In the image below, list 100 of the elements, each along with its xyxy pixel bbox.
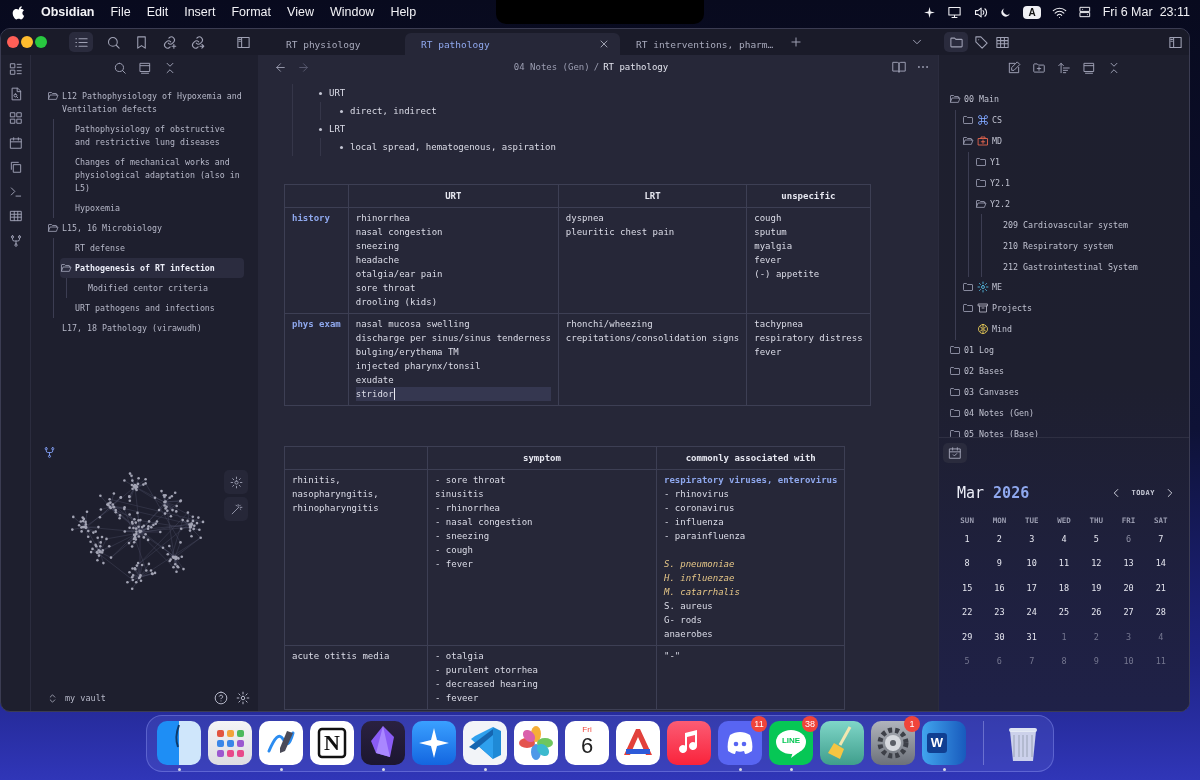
- menu-item[interactable]: Edit: [146, 5, 169, 19]
- bookmark-icon[interactable]: [134, 34, 149, 50]
- calendar-day[interactable]: 13: [1112, 558, 1145, 583]
- minimize-button[interactable]: [21, 36, 33, 48]
- app-grid-icon[interactable]: [208, 721, 252, 765]
- sort-icon[interactable]: [1057, 61, 1071, 75]
- app-icon[interactable]: [463, 721, 507, 765]
- window-icon[interactable]: [137, 61, 152, 75]
- graph-animate-button[interactable]: [224, 497, 248, 521]
- calendar-day[interactable]: 10: [1112, 655, 1145, 681]
- new-folder-icon[interactable]: [1032, 61, 1046, 75]
- apple-icon[interactable]: [12, 4, 27, 20]
- tree-item[interactable]: ME: [962, 277, 1181, 298]
- tree-item[interactable]: MD: [962, 130, 1181, 152]
- outline-item[interactable]: Changes of mechanical works and physiological adaptation (also in L5): [60, 152, 244, 198]
- calendar-day[interactable]: 3: [1015, 534, 1048, 559]
- outline-item[interactable]: L15, 16 Microbiology: [47, 218, 244, 238]
- calendar-day[interactable]: 5: [951, 655, 984, 681]
- close-button[interactable]: [7, 36, 19, 48]
- music-note-icon[interactable]: [667, 721, 711, 765]
- tree-item[interactable]: 00 Main: [949, 89, 1181, 110]
- close-icon[interactable]: [598, 38, 610, 50]
- input-source-badge[interactable]: A: [1023, 5, 1041, 19]
- calendar-day[interactable]: 12: [1080, 558, 1113, 583]
- graph-icon[interactable]: [43, 446, 56, 459]
- chat-bubble-icon[interactable]: [769, 721, 813, 765]
- table-icon[interactable]: [995, 34, 1010, 50]
- control-center-icon[interactable]: [1077, 5, 1092, 19]
- calendar-day[interactable]: 6: [1112, 534, 1145, 559]
- calendar-day[interactable]: 24: [1015, 607, 1048, 632]
- copy-icon[interactable]: [8, 160, 23, 174]
- tree-item[interactable]: 209 Cardiovascular system: [988, 214, 1181, 236]
- outline-item[interactable]: Pathogenesis of RT infection: [60, 258, 244, 278]
- calendar-day[interactable]: 19: [1080, 582, 1113, 608]
- tree-item[interactable]: CS: [962, 109, 1181, 131]
- app-icon[interactable]: [259, 721, 303, 765]
- display-icon[interactable]: [947, 4, 963, 20]
- calendar-day[interactable]: 10: [1015, 558, 1048, 583]
- sidebar-toggle-icon[interactable]: [236, 34, 251, 50]
- tree-item[interactable]: Projects: [962, 297, 1181, 319]
- settings-icon[interactable]: [236, 691, 250, 705]
- outline-item[interactable]: Pathophysiology of obstructive and restrictive lung diseases: [60, 119, 244, 152]
- outline-item[interactable]: Modified centor criteria: [73, 278, 244, 298]
- menu-item[interactable]: View: [287, 5, 314, 19]
- calendar-day[interactable]: 18: [1047, 582, 1081, 608]
- calendar-day[interactable]: 4: [1144, 631, 1177, 656]
- calendar-day[interactable]: 8: [951, 558, 984, 583]
- files-tab[interactable]: [944, 32, 968, 52]
- new-tab-icon[interactable]: [789, 35, 804, 49]
- menu-item[interactable]: Window: [329, 5, 375, 19]
- tree-item[interactable]: 02 Bases: [949, 360, 1181, 382]
- graph-icon[interactable]: [8, 233, 23, 248]
- calendar-day[interactable]: 4: [1047, 534, 1081, 559]
- outline-item[interactable]: L12 Pathophysiology of Hypoxemia and Ventilation defects: [47, 86, 244, 119]
- link-plus-icon[interactable]: [162, 34, 177, 50]
- sparkle-icon[interactable]: [923, 5, 937, 19]
- tab[interactable]: RT interventions, pharm…: [620, 33, 784, 55]
- vault-switcher[interactable]: my vault: [47, 692, 106, 704]
- calendar-day[interactable]: 9: [983, 558, 1016, 583]
- new-note-icon[interactable]: [1007, 61, 1021, 75]
- calendar-day[interactable]: 23: [983, 607, 1016, 632]
- tree-item[interactable]: 05 Notes (Base): [949, 423, 1181, 437]
- breadcrumb-note[interactable]: RT pathology: [603, 62, 669, 72]
- calendar-day[interactable]: 15: [951, 582, 984, 608]
- calendar-day[interactable]: 20: [1112, 582, 1145, 608]
- link-arrow-icon[interactable]: [190, 34, 205, 50]
- app-icon[interactable]: [922, 721, 966, 765]
- app-icon[interactable]: [412, 721, 456, 765]
- menu-item[interactable]: Format: [231, 5, 272, 19]
- calendar-day[interactable]: 11: [1144, 655, 1177, 681]
- calendar-day[interactable]: 7: [1144, 534, 1177, 559]
- search-icon[interactable]: [106, 34, 121, 50]
- tree-item[interactable]: Y2.2: [975, 193, 1181, 215]
- calendar-day[interactable]: 5: [1080, 534, 1113, 559]
- menubar-date[interactable]: Fri 6 Mar: [1102, 5, 1153, 19]
- gem-icon[interactable]: [361, 721, 405, 765]
- app-icon[interactable]: [310, 721, 354, 765]
- calendar-day[interactable]: 26: [1080, 607, 1113, 632]
- calendar-day[interactable]: 21: [1144, 582, 1177, 608]
- calendar-day[interactable]: 7: [1015, 655, 1048, 681]
- calendar-day[interactable]: 27: [1112, 607, 1145, 632]
- calendar-day[interactable]: 1: [951, 534, 984, 559]
- tree-item[interactable]: 212 Gastrointestinal System: [988, 256, 1181, 277]
- reading-view-icon[interactable]: [892, 60, 906, 74]
- tree-item[interactable]: 01 Log: [949, 339, 1181, 361]
- outline-item[interactable]: Hypoxemia: [60, 198, 244, 218]
- flower-icon[interactable]: [514, 721, 558, 765]
- calendar-day[interactable]: 6: [983, 655, 1016, 681]
- tab[interactable]: RT pathology: [405, 33, 620, 55]
- calendar-day[interactable]: 1: [1047, 631, 1081, 656]
- tag-icon[interactable]: [974, 34, 989, 50]
- tree-item[interactable]: Mind: [962, 318, 1181, 340]
- tree-item[interactable]: Y1: [975, 151, 1181, 173]
- window-icon[interactable]: [1082, 61, 1096, 75]
- calendar-day[interactable]: 29: [951, 631, 984, 656]
- outline-item[interactable]: L17, 18 Pathology (virawudh): [47, 318, 244, 338]
- calendar-tab[interactable]: [943, 443, 967, 463]
- tree-item[interactable]: 210 Respiratory system: [988, 235, 1181, 257]
- calendar-app-icon[interactable]: [565, 721, 609, 765]
- calendar-day[interactable]: 25: [1047, 607, 1081, 632]
